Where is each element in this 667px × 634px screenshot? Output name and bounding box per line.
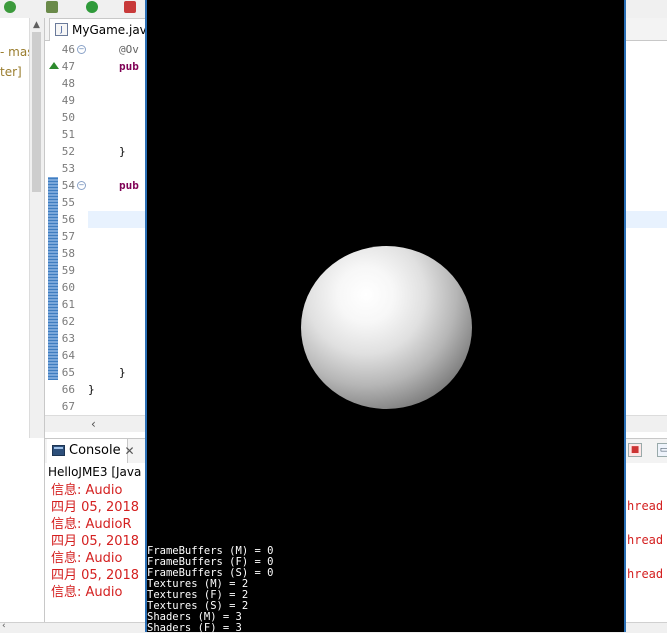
line-number: 63 <box>61 332 75 345</box>
log-line-fragment: hread <box>627 567 664 581</box>
scroll-left-icon[interactable]: ‹ <box>2 621 6 631</box>
tab-label: MyGame.java <box>72 23 155 37</box>
code-keyword: pub <box>119 60 139 73</box>
line-number: 62 <box>61 315 75 328</box>
stat-line: Shaders (F) = 3 <box>147 622 242 634</box>
log-line: 信息: Audio <box>51 585 123 600</box>
line-number: 53 <box>61 162 75 175</box>
log-line-fragment: hread <box>627 533 664 547</box>
line-number: 61 <box>61 298 75 311</box>
explorer-item-text[interactable]: ter] <box>0 65 22 79</box>
log-line: 四月 05, 2018 <box>51 534 140 549</box>
line-number: 49 <box>61 94 75 107</box>
code-brace: } <box>88 383 95 396</box>
fold-toggle-icon[interactable]: − <box>77 45 86 54</box>
line-number: 59 <box>61 264 75 277</box>
line-number: 51 <box>61 128 75 141</box>
console-icon <box>52 445 65 456</box>
rendered-sphere <box>301 246 472 409</box>
scroll-left-icon[interactable]: ‹ <box>91 417 96 431</box>
line-number-gutter: 46 47 48 49 50 51 52 53 54 55 56 57 58 5… <box>49 41 87 415</box>
override-arrow-icon[interactable] <box>49 62 59 69</box>
debug-run-icon[interactable] <box>4 1 16 13</box>
log-line: 四月 05, 2018 <box>51 500 140 515</box>
overview-ruler <box>48 41 58 415</box>
tab-console[interactable]: Console ✕ <box>47 439 135 463</box>
line-number: 46 <box>61 43 75 56</box>
line-number: 47 <box>61 60 75 73</box>
fold-toggle-icon[interactable]: − <box>77 181 86 190</box>
line-number: 67 <box>61 400 75 413</box>
line-number: 55 <box>61 196 75 209</box>
java-file-icon: J <box>55 23 68 36</box>
bug-icon[interactable] <box>46 1 58 13</box>
line-number: 64 <box>61 349 75 362</box>
console-tab-label: Console <box>69 443 121 458</box>
package-explorer-panel: - mast ter] ▲ <box>0 18 45 632</box>
vertical-scrollbar[interactable]: ▲ <box>29 18 44 438</box>
scroll-up-icon[interactable]: ▲ <box>33 20 40 30</box>
jme3-game-window[interactable]: FrameBuffers (M) = 0 FrameBuffers (F) = … <box>145 0 626 634</box>
line-number: 50 <box>61 111 75 124</box>
log-line: 四月 05, 2018 <box>51 568 140 583</box>
line-number: 58 <box>61 247 75 260</box>
line-number: 66 <box>61 383 75 396</box>
line-number: 65 <box>61 366 75 379</box>
line-number: 60 <box>61 281 75 294</box>
log-line: 信息: Audio <box>51 551 123 566</box>
terminate-icon[interactable]: ■ <box>628 443 642 457</box>
line-number: 52 <box>61 145 75 158</box>
code-brace: } <box>119 145 126 158</box>
close-icon[interactable]: ✕ <box>125 439 135 463</box>
code-brace: } <box>119 366 126 379</box>
scrollbar-thumb[interactable] <box>32 32 41 192</box>
line-number: 54 <box>61 179 75 192</box>
code-annotation: @Ov <box>119 43 139 56</box>
code-keyword: pub <box>119 179 139 192</box>
line-number: 57 <box>61 230 75 243</box>
log-line: 信息: AudioR <box>51 517 132 532</box>
external-tools-icon[interactable] <box>124 1 136 13</box>
render-stats-overlay: FrameBuffers (M) = 0 FrameBuffers (F) = … <box>147 546 273 634</box>
run-icon[interactable] <box>86 1 98 13</box>
log-line-fragment: hread <box>627 499 664 513</box>
display-console-icon[interactable]: ▭ <box>657 443 667 457</box>
line-number: 48 <box>61 77 75 90</box>
log-line: 信息: Audio <box>51 483 123 498</box>
line-number: 56 <box>61 213 75 226</box>
